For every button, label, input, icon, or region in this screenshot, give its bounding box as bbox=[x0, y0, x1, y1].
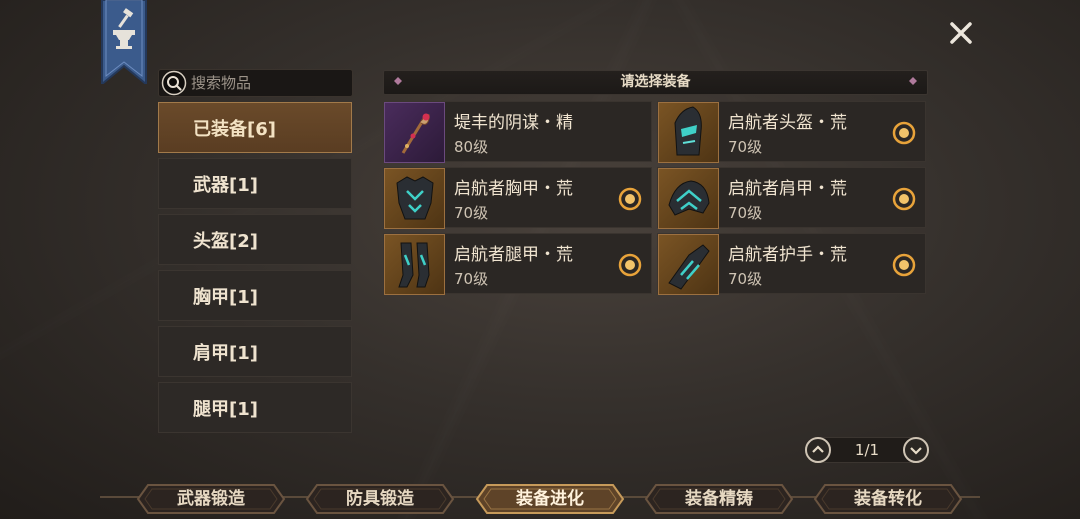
list-header: 请选择装备 bbox=[383, 70, 928, 95]
close-button[interactable] bbox=[946, 18, 976, 48]
item-name: 启航者护手・荒 bbox=[728, 245, 847, 265]
diamond-ornament-icon bbox=[909, 77, 917, 85]
item-name: 启航者头盔・荒 bbox=[728, 113, 847, 133]
category-shoulder[interactable]: 肩甲[1] bbox=[158, 326, 352, 377]
page-down-button[interactable] bbox=[903, 437, 929, 463]
tab-label: 装备精铸 bbox=[685, 489, 753, 509]
diamond-ornament-icon bbox=[394, 77, 402, 85]
equipment-item[interactable]: 启航者腿甲・荒 70级 bbox=[383, 233, 652, 295]
equipment-item[interactable]: 启航者护手・荒 70级 bbox=[657, 233, 926, 295]
category-list: 已装备[6] 武器[1] 头盔[2] 胸甲[1] 肩甲[1] 腿甲[1] bbox=[158, 102, 352, 438]
item-thumbnail bbox=[384, 234, 445, 295]
category-equipped[interactable]: 已装备[6] bbox=[158, 102, 352, 153]
category-label: 肩甲[1] bbox=[193, 342, 258, 364]
equipment-item[interactable]: 启航者肩甲・荒 70级 bbox=[657, 167, 926, 229]
item-thumbnail bbox=[384, 168, 445, 229]
item-name: 启航者肩甲・荒 bbox=[728, 179, 847, 199]
equipment-item[interactable]: 堤丰的阴谋・精 80级 bbox=[383, 101, 652, 163]
equipped-marker-icon bbox=[618, 253, 642, 277]
item-name: 启航者腿甲・荒 bbox=[454, 245, 573, 265]
search-input[interactable] bbox=[191, 74, 341, 92]
item-level: 70级 bbox=[454, 270, 489, 288]
item-thumbnail bbox=[384, 102, 445, 163]
chestplate-icon bbox=[396, 176, 434, 220]
equipped-marker-icon bbox=[892, 121, 916, 145]
category-label: 胸甲[1] bbox=[193, 286, 258, 308]
item-thumbnail bbox=[658, 102, 719, 163]
chevron-down-icon bbox=[910, 447, 922, 455]
helmet-icon bbox=[674, 106, 702, 156]
item-thumbnail bbox=[658, 168, 719, 229]
search-icon bbox=[161, 70, 187, 96]
tab-label: 武器锻造 bbox=[177, 489, 245, 509]
leg-armor-icon bbox=[398, 242, 430, 288]
tab-equipment-convert[interactable]: 装备转化 bbox=[813, 483, 963, 515]
tab-equipment-refine[interactable]: 装备精铸 bbox=[644, 483, 794, 515]
item-level: 70级 bbox=[728, 204, 763, 222]
item-level: 70级 bbox=[728, 270, 763, 288]
equipment-item[interactable]: 启航者胸甲・荒 70级 bbox=[383, 167, 652, 229]
item-name: 堤丰的阴谋・精 bbox=[454, 113, 573, 133]
item-level: 70级 bbox=[728, 138, 763, 156]
category-label: 武器[1] bbox=[193, 174, 258, 196]
equipped-marker-icon bbox=[892, 187, 916, 211]
tab-equipment-evolve[interactable]: 装备进化 bbox=[475, 483, 625, 515]
close-icon bbox=[950, 22, 972, 44]
pager: 1/1 bbox=[805, 437, 929, 463]
item-thumbnail bbox=[658, 234, 719, 295]
category-weapon[interactable]: 武器[1] bbox=[158, 158, 352, 209]
tab-label: 防具锻造 bbox=[346, 489, 414, 509]
list-header-title: 请选择装备 bbox=[620, 74, 691, 90]
category-helmet[interactable]: 头盔[2] bbox=[158, 214, 352, 265]
staff-icon bbox=[401, 113, 430, 154]
gauntlet-icon bbox=[668, 244, 710, 290]
category-label: 头盔[2] bbox=[193, 230, 258, 252]
equipped-marker-icon bbox=[618, 187, 642, 211]
shoulder-armor-icon bbox=[668, 180, 710, 216]
search-bar[interactable] bbox=[158, 69, 353, 97]
item-name: 启航者胸甲・荒 bbox=[454, 179, 573, 199]
category-legs[interactable]: 腿甲[1] bbox=[158, 382, 352, 433]
equipped-marker-icon bbox=[892, 253, 916, 277]
tab-armor-forge[interactable]: 防具锻造 bbox=[305, 483, 455, 515]
equipment-item[interactable]: 启航者头盔・荒 70级 bbox=[657, 101, 926, 163]
tab-label: 装备转化 bbox=[854, 489, 922, 509]
item-level: 70级 bbox=[454, 204, 489, 222]
forge-banner bbox=[100, 0, 148, 84]
tab-weapon-forge[interactable]: 武器锻造 bbox=[136, 483, 286, 515]
category-label: 已装备[6] bbox=[193, 118, 276, 140]
category-label: 腿甲[1] bbox=[193, 398, 258, 420]
category-chest[interactable]: 胸甲[1] bbox=[158, 270, 352, 321]
item-level: 80级 bbox=[454, 138, 489, 156]
tab-label: 装备进化 bbox=[516, 489, 584, 509]
